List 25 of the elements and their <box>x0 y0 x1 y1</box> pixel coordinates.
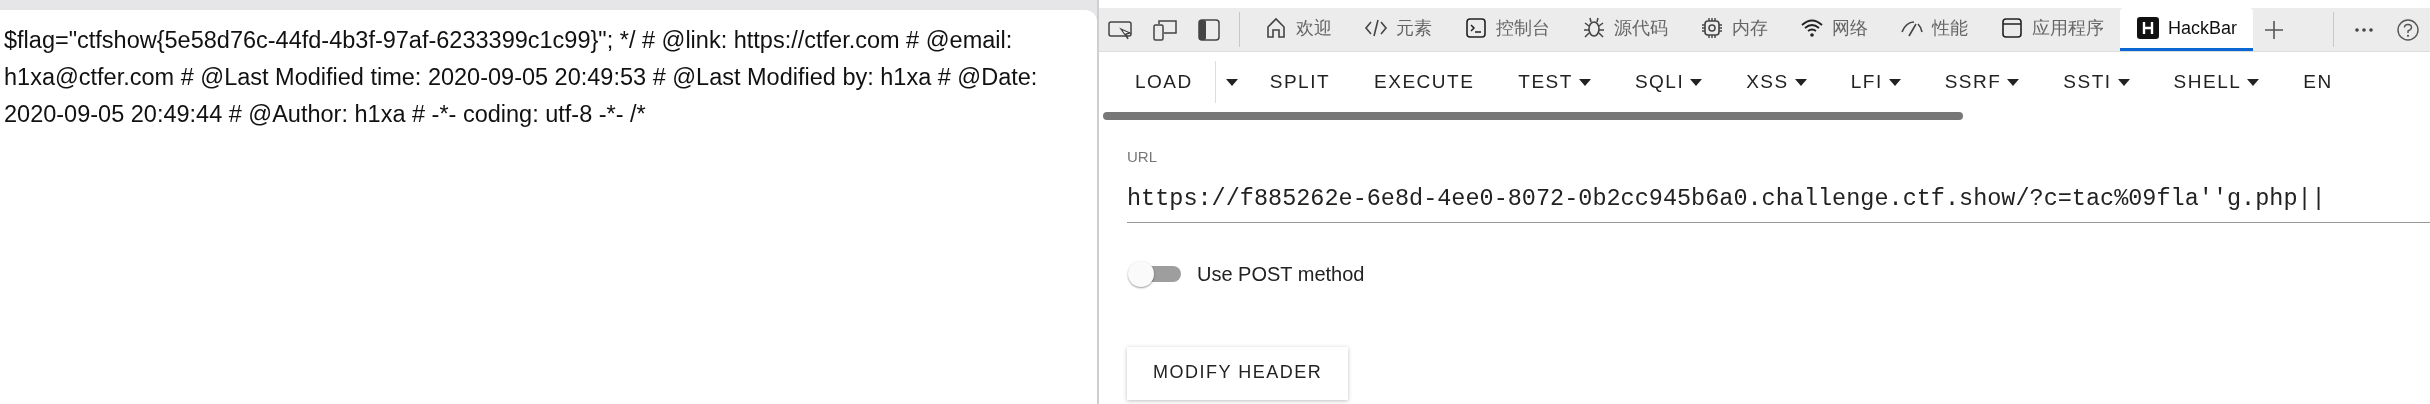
hackbar-button[interactable]: SHELL <box>2151 59 2282 105</box>
url-label: URL <box>1127 147 1158 167</box>
hackbar-button[interactable]: TEST <box>1496 59 1613 105</box>
hackbar-button[interactable]: SSTI <box>2041 59 2152 105</box>
devtools-tab[interactable]: HackBar <box>2120 8 2254 51</box>
hackbar-button[interactable]: SPLIT <box>1247 59 1353 105</box>
hackbar-button[interactable]: XSS <box>1724 59 1829 105</box>
hackbar-button[interactable]: LFI <box>1828 59 1923 105</box>
devtools-tab[interactable]: 元素 <box>1348 8 1448 51</box>
url-field[interactable]: https://f885262e-6e8d-4ee0-8072-0b2cc945b6a0.challenge.ctf.show/?c=tac%09fla''g.php|| <box>1127 176 2430 223</box>
devtools-tab[interactable]: 欢迎 <box>1248 8 1348 51</box>
modify-header-button[interactable]: MODIFY HEADER <box>1127 346 1349 400</box>
hackbar-button[interactable]: LOAD <box>1113 59 1215 105</box>
hackbar-button[interactable]: EN <box>2281 59 2355 105</box>
hackbar-button[interactable]: SQLI <box>1612 59 1725 105</box>
page-text: $flag="ctfshow{5e58d76c-44fd-4b3f-97af-6233399c1c99}"; */ # @link: https://ctfer.com # @email: h1xa@ctfer.com # @Last Modified time: 2020-09-05 20:49:53 # @Last Modified by: h1xa # @Date: 2020-09-05 20:49:44 # @Author: h1xa # -*- coding: utf-8 -*- /* <box>4 26 1039 129</box>
hackbar-button[interactable]: EXECUTE <box>1352 59 1497 105</box>
devtools-tab[interactable]: 性能 <box>1884 8 1984 51</box>
devtools-tab[interactable]: 源代码 <box>1566 8 1684 51</box>
devtools-tab[interactable]: 网络 <box>1784 8 1884 51</box>
devtools-tab[interactable]: 控制台 <box>1448 8 1566 51</box>
devtools-tab[interactable]: 应用程序 <box>1984 8 2120 51</box>
devtools-tab[interactable]: 内存 <box>1684 8 1784 51</box>
hackbar-button[interactable]: SSRF <box>1922 59 2042 105</box>
toggle-label: Use POST method <box>1197 261 1365 287</box>
